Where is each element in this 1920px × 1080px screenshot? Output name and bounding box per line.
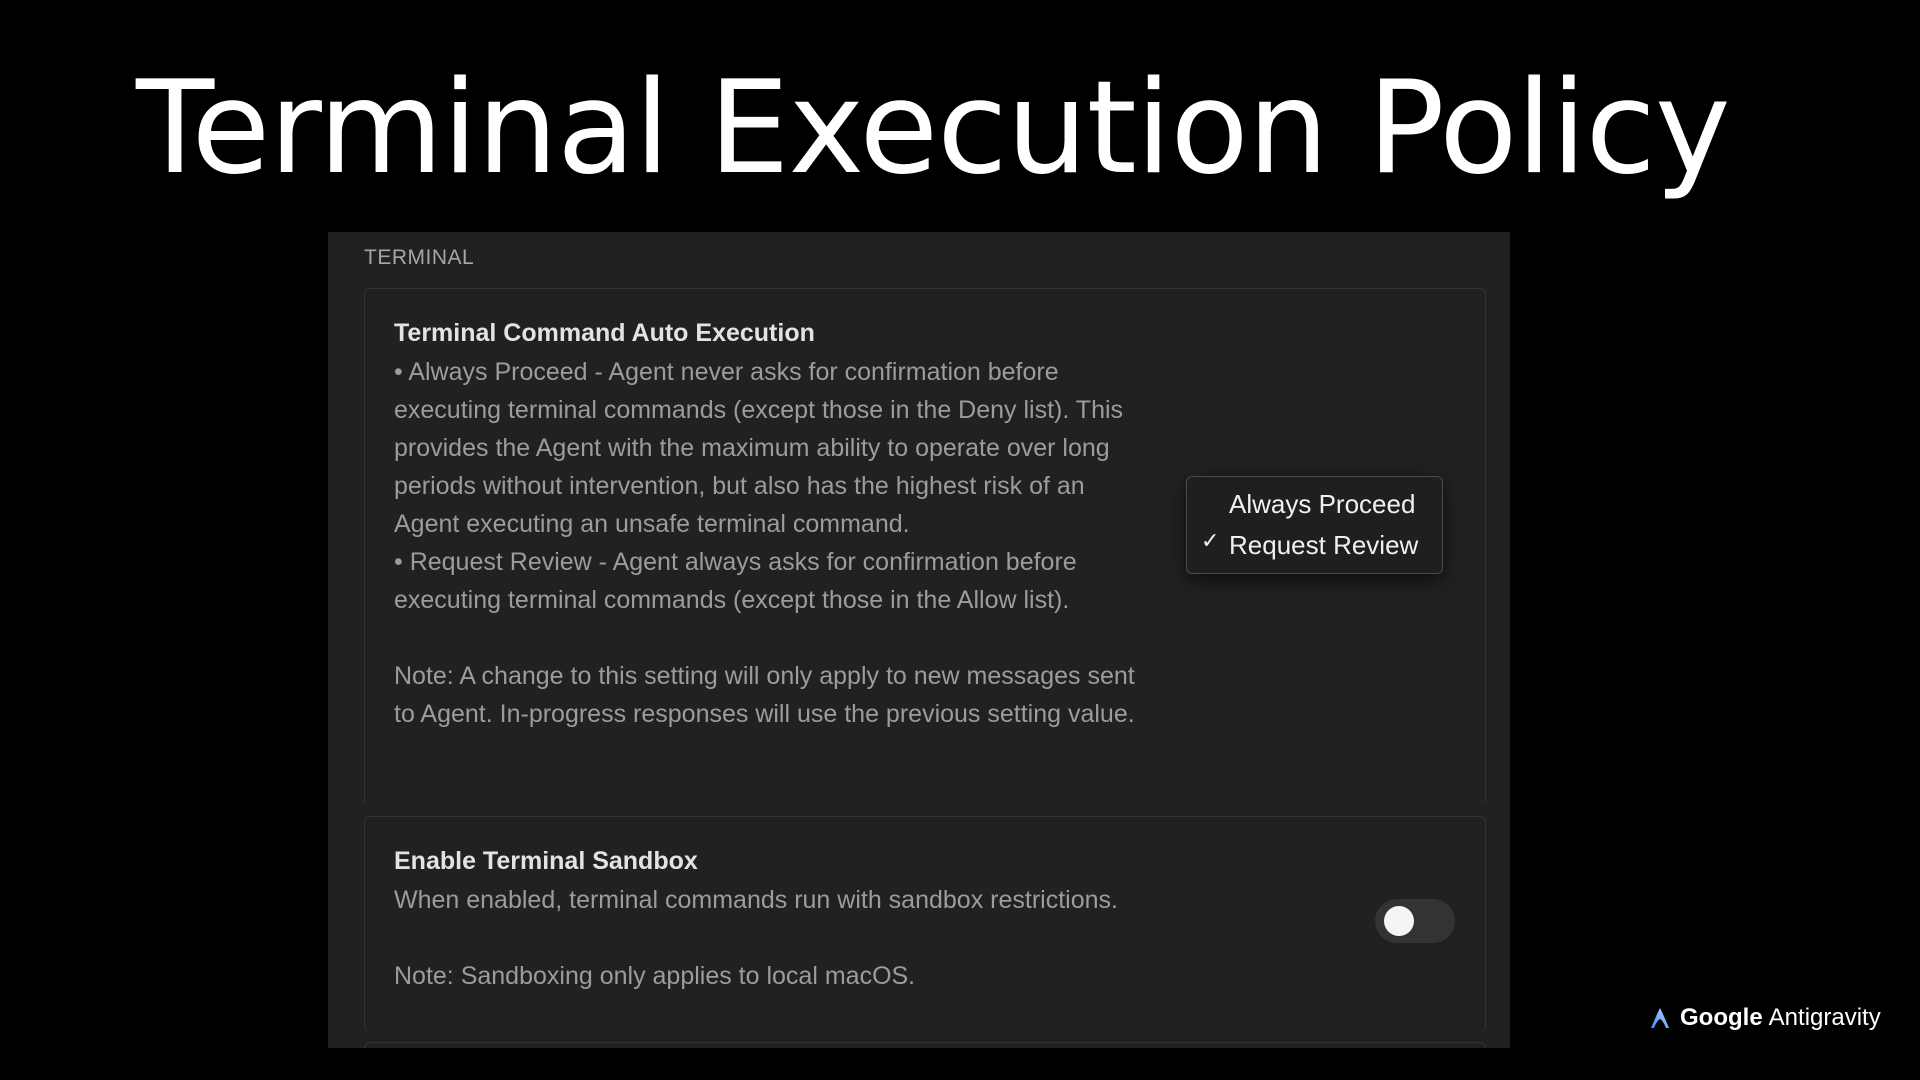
setting-card-next-partial (364, 1042, 1486, 1048)
setting-title-auto-execution: Terminal Command Auto Execution (394, 319, 815, 347)
sandbox-toggle[interactable] (1375, 899, 1455, 943)
toggle-knob (1384, 906, 1414, 936)
description-request-review: • Request Review - Agent always asks for… (394, 548, 1077, 614)
settings-panel: TERMINAL Terminal Command Auto Execution… (328, 232, 1510, 1048)
slide: Terminal Execution Policy TERMINAL Termi… (0, 0, 1920, 1080)
dropdown-option-request-review[interactable]: Request Review (1229, 530, 1418, 561)
setting-card-auto-execution: Terminal Command Auto Execution • Always… (364, 288, 1486, 802)
sandbox-description: When enabled, terminal commands run with… (394, 886, 1118, 914)
brand-logo: Google Antigravity (1648, 1002, 1881, 1034)
dropdown-option-always-proceed[interactable]: Always Proceed (1229, 489, 1415, 520)
setting-title-sandbox: Enable Terminal Sandbox (394, 847, 698, 875)
setting-note-sandbox: Note: Sandboxing only applies to local m… (394, 962, 916, 990)
setting-card-sandbox: Enable Terminal Sandbox When enabled, te… (364, 816, 1486, 1032)
setting-note-auto-execution: Note: A change to this setting will only… (394, 662, 1135, 728)
section-header-terminal: TERMINAL (364, 246, 475, 269)
setting-description-auto-execution: • Always Proceed - Agent never asks for … (394, 353, 1154, 733)
setting-description-sandbox: When enabled, terminal commands run with… (394, 881, 1214, 995)
checkmark-icon: ✓ (1201, 529, 1220, 554)
brand-company: Google (1680, 1004, 1763, 1031)
brand-product: Antigravity (1768, 1004, 1881, 1031)
description-always-proceed: • Always Proceed - Agent never asks for … (394, 358, 1124, 538)
dropdown-menu-auto-execution: Always Proceed ✓ Request Review (1186, 476, 1443, 574)
antigravity-logo-icon (1651, 1008, 1669, 1028)
slide-title: Terminal Execution Policy (136, 54, 1731, 203)
